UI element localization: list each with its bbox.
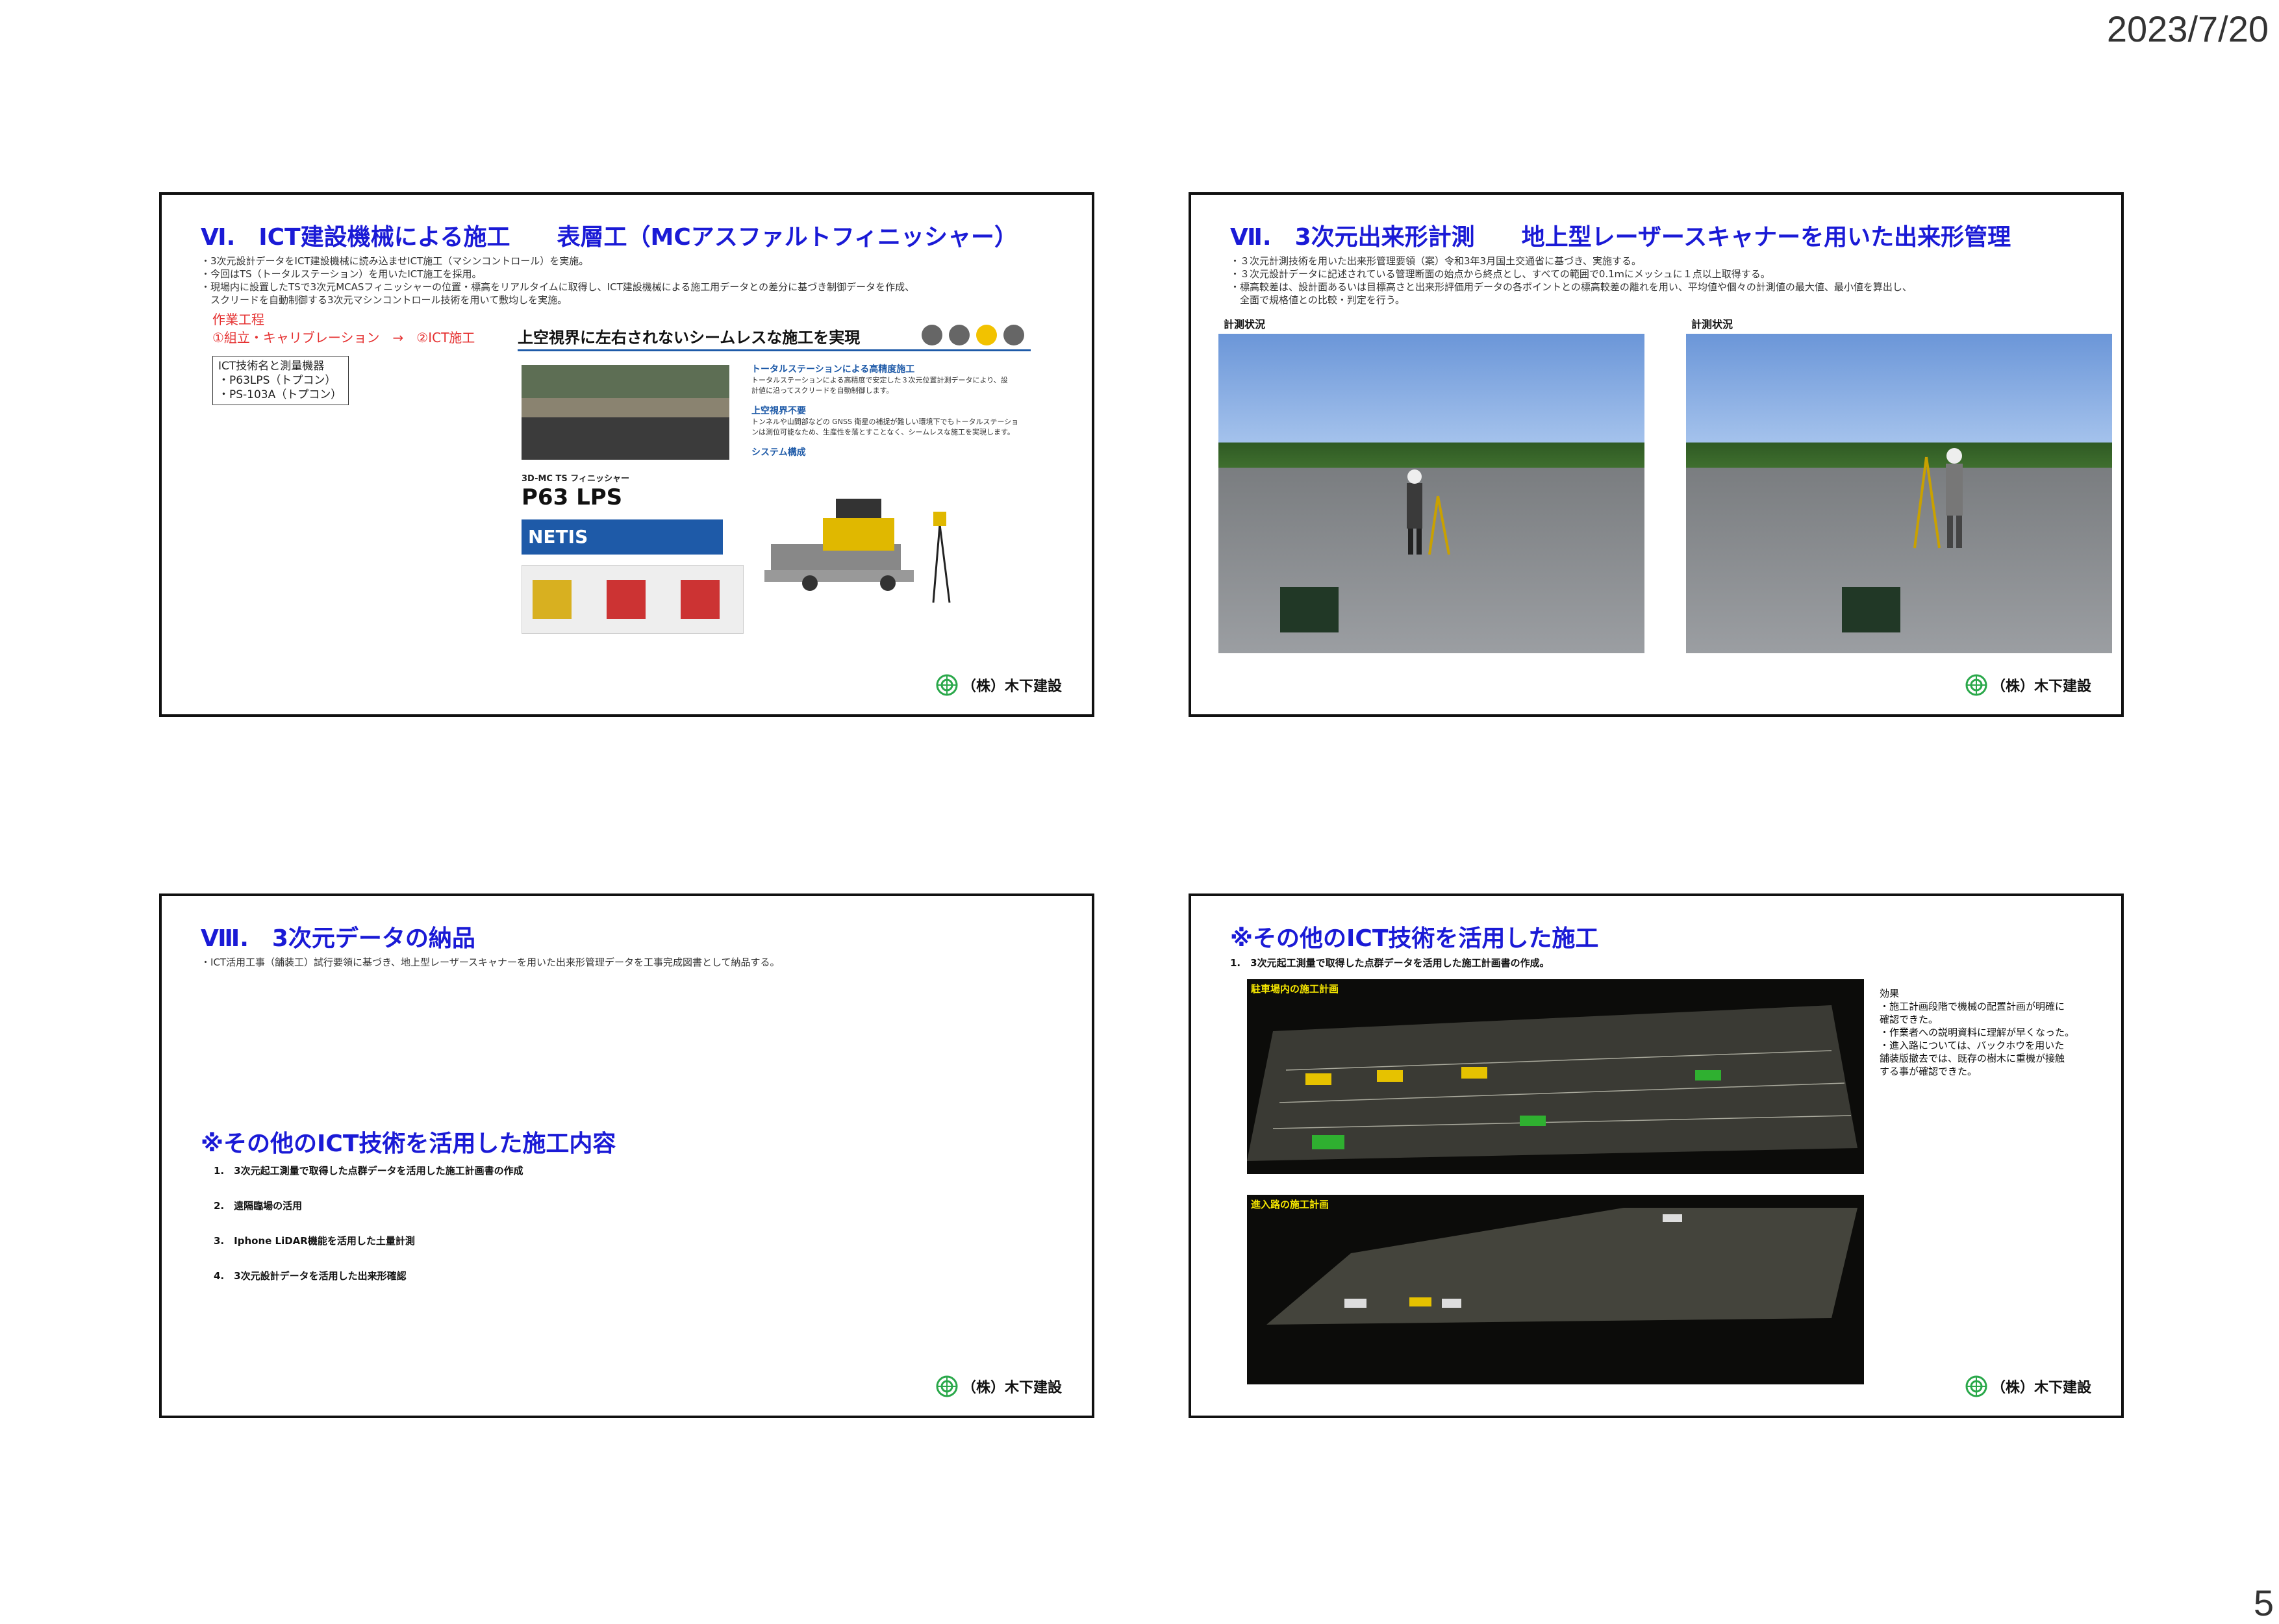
slide-title: ※その他のICT技術を活用した施工 (1230, 925, 1599, 952)
sensor-panel (522, 565, 744, 634)
brochure-title: 上空視界に左右されないシームレスな施工を実現 (518, 329, 861, 347)
product-name: P63 LPS (522, 484, 623, 510)
netis-badge: NETIS (522, 519, 723, 555)
bullet-4: 全面で規格値との比較・判定を行う。 (1230, 294, 1405, 306)
point-cloud-render (1247, 1005, 1857, 1161)
point-cloud-render (1266, 1208, 1857, 1325)
surveyor-figure (1842, 448, 1963, 632)
feature2-text: トンネルや山間部などの GNSS 衛星の補捉が難しい環境下でもトータルステーショ… (751, 418, 1019, 436)
print-date: 2023/7/20 (2106, 8, 2269, 49)
effect-text: 効果 ・施工計画段階で機械の配置計画が明確に 確認できた。 ・作業者への説明資料… (1880, 988, 2075, 1077)
company-logo-icon (1965, 674, 1987, 696)
photo-caption-right: 計測状況 (1691, 318, 1733, 331)
feature3-title: システム構成 (751, 447, 806, 458)
company-name: （株）木下建設 (961, 1380, 1062, 1396)
company-logo-icon (936, 1375, 958, 1397)
point-cloud-parking: 駐車場内の施工計画 (1247, 979, 1864, 1174)
company-logo: （株）木下建設 (1965, 674, 2091, 696)
control-box-icon (681, 580, 720, 619)
paver-photo (522, 365, 729, 460)
company-name: （株）木下建設 (961, 679, 1062, 695)
slide-3d-measurement: Ⅶ. 3次元出来形計測 地上型レーザースキャナーを用いた出来形管理 ・３次元計測… (1189, 192, 2124, 717)
bullet-3: ・現場内に設置したTSで3次元MCASフィニッシャーの位置・標高をリアルタイムに… (201, 281, 915, 293)
sonic-sensor-icon (533, 580, 572, 619)
slide-title: Ⅷ. 3次元データの納品 (201, 925, 475, 952)
box-line: ・P63LPS（トプコン） (218, 374, 336, 387)
feature1-text: トータルステーションによる高精度で安定した３次元位置計測データにより、設 計値に… (751, 376, 1008, 395)
bullet-1: ・３次元計測技術を用いた出来形管理要領（案）令和3年3月国土交通省に基づき、実施… (1230, 255, 1642, 267)
measurement-photo-left (1218, 334, 1644, 653)
brochure-rule (518, 349, 1031, 351)
paver-machine-illustration (764, 499, 951, 603)
bullet-4: スクリードを自動制御する3次元マシンコントロール技術を用いて敷均しを実施。 (201, 294, 568, 306)
slide-3d-data-delivery: Ⅷ. 3次元データの納品 ・ICT活用工事（舗装工）試行要領に基づき、地上型レー… (159, 893, 1094, 1418)
feature2-title: 上空視界不要 (751, 406, 806, 416)
product-subtitle: 3D-MC TS フィニッシャー (522, 474, 629, 484)
process-steps-icons (915, 325, 1024, 345)
box-line: ICT技術名と測量機器 (218, 360, 325, 373)
list-item: 1. 3次元起工測量で取得した点群データを活用した施工計画書の作成 (214, 1165, 523, 1177)
bullet-1: ・3次元設計データをICT建設機械に読み込ませICT施工（マシンコントロール）を… (201, 255, 589, 267)
box-line: ・PS-103A（トプコン） (218, 388, 342, 401)
point-cloud-approach: 進入路の施工計画 (1247, 1195, 1864, 1384)
list-item: 2. 遠隔臨場の活用 (214, 1200, 303, 1212)
measurement-photo-right (1686, 334, 2112, 653)
slope-sensor-icon (607, 580, 646, 619)
work-steps: ①組立・キャリブレーション → ②ICT施工 (212, 330, 475, 345)
surveyor-figure (1280, 469, 1450, 632)
image-label: 進入路の施工計画 (1251, 1199, 1329, 1210)
company-logo: （株）木下建設 (1965, 1375, 2091, 1397)
slide-title: Ⅶ. 3次元出来形計測 地上型レーザースキャナーを用いた出来形管理 (1230, 224, 2011, 251)
slide-other-ict: ※その他のICT技術を活用した施工 1. 3次元起工測量で取得した点群データを活… (1189, 893, 2124, 1418)
bullet-1: ・ICT活用工事（舗装工）試行要領に基づき、地上型レーザースキャナーを用いた出来… (201, 956, 780, 968)
company-logo: （株）木下建設 (936, 1375, 1062, 1397)
company-logo-icon (1965, 1375, 1987, 1397)
bullet-3: ・標高較差は、設計面あるいは目標高さと出来形評価用データの各ポイントとの標高較差… (1230, 281, 1912, 293)
slide-ict-construction: Ⅵ. ICT建設機械による施工 表層工（MCアスファルトフィニッシャー） ・3次… (159, 192, 1094, 717)
feature1-title: トータルステーションによる高精度施工 (751, 364, 915, 375)
ict-equipment-box: ICT技術名と測量機器 ・P63LPS（トプコン） ・PS-103A（トプコン） (212, 356, 349, 405)
image-label: 駐車場内の施工計画 (1251, 983, 1339, 995)
company-name: （株）木下建設 (1991, 1380, 2091, 1396)
page-number: 5 (2253, 1582, 2274, 1623)
work-label: 作業工程 (212, 312, 264, 327)
company-name: （株）木下建設 (1991, 679, 2091, 695)
list-item: 4. 3次元設計データを活用した出来形確認 (214, 1270, 407, 1282)
photo-caption-left: 計測状況 (1224, 318, 1266, 331)
product-brochure: 上空視界に左右されないシームレスな施工を実現 3D-MC TS フィニッシャー … (518, 325, 1037, 695)
list-item: 1. 3次元起工測量で取得した点群データを活用した施工計画書の作成。 (1230, 957, 1550, 969)
slide-title: Ⅵ. ICT建設機械による施工 表層工（MCアスファルトフィニッシャー） (201, 224, 1018, 251)
bullet-2: ・今回はTS（トータルステーション）を用いたICT施工を採用。 (201, 268, 482, 280)
company-logo: （株）木下建設 (936, 674, 1062, 696)
company-logo-icon (936, 674, 958, 696)
section-subtitle: ※その他のICT技術を活用した施工内容 (201, 1131, 616, 1157)
bullet-2: ・３次元設計データに記述されている管理断面の始点から終点とし、すべての範囲で0.… (1230, 268, 1770, 280)
list-item: 3. Iphone LiDAR機能を活用した土量計測 (214, 1235, 415, 1247)
